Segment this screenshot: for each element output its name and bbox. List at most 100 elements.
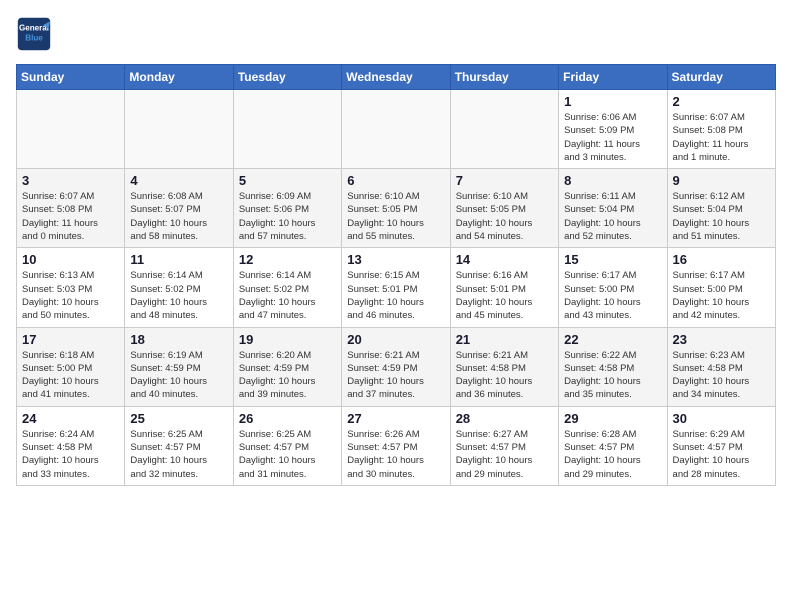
day-number: 7 [456,173,553,188]
day-info: Sunrise: 6:29 AM Sunset: 4:57 PM Dayligh… [673,428,770,481]
day-number: 26 [239,411,336,426]
table-cell: 6 Sunrise: 6:10 AM Sunset: 5:05 PM Daylig… [342,169,450,248]
day-info: Sunrise: 6:06 AM Sunset: 5:09 PM Dayligh… [564,111,661,164]
day-number: 10 [22,252,119,267]
page-header: General Blue [16,16,776,52]
svg-text:Blue: Blue [25,33,43,42]
day-number: 15 [564,252,661,267]
table-cell: 24 Sunrise: 6:24 AM Sunset: 4:58 PM Dayli… [17,406,125,485]
day-info: Sunrise: 6:07 AM Sunset: 5:08 PM Dayligh… [22,190,119,243]
table-cell: 12 Sunrise: 6:14 AM Sunset: 5:02 PM Dayli… [233,248,341,327]
day-info: Sunrise: 6:28 AM Sunset: 4:57 PM Dayligh… [564,428,661,481]
day-info: Sunrise: 6:13 AM Sunset: 5:03 PM Dayligh… [22,269,119,322]
day-number: 30 [673,411,770,426]
table-cell: 21 Sunrise: 6:21 AM Sunset: 4:58 PM Dayli… [450,327,558,406]
day-number: 25 [130,411,227,426]
table-cell [125,90,233,169]
day-info: Sunrise: 6:20 AM Sunset: 4:59 PM Dayligh… [239,349,336,402]
table-cell: 7 Sunrise: 6:10 AM Sunset: 5:05 PM Daylig… [450,169,558,248]
table-cell [342,90,450,169]
day-info: Sunrise: 6:16 AM Sunset: 5:01 PM Dayligh… [456,269,553,322]
day-number: 12 [239,252,336,267]
table-cell: 15 Sunrise: 6:17 AM Sunset: 5:00 PM Dayli… [559,248,667,327]
day-number: 17 [22,332,119,347]
table-cell: 19 Sunrise: 6:20 AM Sunset: 4:59 PM Dayli… [233,327,341,406]
table-cell: 26 Sunrise: 6:25 AM Sunset: 4:57 PM Dayli… [233,406,341,485]
table-cell: 29 Sunrise: 6:28 AM Sunset: 4:57 PM Dayli… [559,406,667,485]
day-number: 11 [130,252,227,267]
table-cell: 11 Sunrise: 6:14 AM Sunset: 5:02 PM Dayli… [125,248,233,327]
day-number: 9 [673,173,770,188]
day-number: 21 [456,332,553,347]
weekday-header-thursday: Thursday [450,65,558,90]
day-info: Sunrise: 6:14 AM Sunset: 5:02 PM Dayligh… [239,269,336,322]
day-info: Sunrise: 6:24 AM Sunset: 4:58 PM Dayligh… [22,428,119,481]
weekday-header-sunday: Sunday [17,65,125,90]
day-number: 6 [347,173,444,188]
table-cell: 2 Sunrise: 6:07 AM Sunset: 5:08 PM Daylig… [667,90,775,169]
table-cell: 18Sunrise: 6:19 AM Sunset: 4:59 PM Dayli… [125,327,233,406]
day-number: 2 [673,94,770,109]
day-number: 27 [347,411,444,426]
day-info: Sunrise: 6:26 AM Sunset: 4:57 PM Dayligh… [347,428,444,481]
day-number: 3 [22,173,119,188]
table-cell: 5Sunrise: 6:09 AM Sunset: 5:06 PM Daylig… [233,169,341,248]
table-cell: 22Sunrise: 6:22 AM Sunset: 4:58 PM Dayli… [559,327,667,406]
table-cell: 13Sunrise: 6:15 AM Sunset: 5:01 PM Dayli… [342,248,450,327]
logo-icon: General Blue [16,16,52,52]
day-info: Sunrise: 6:07 AM Sunset: 5:08 PM Dayligh… [673,111,770,164]
week-row-2: 3 Sunrise: 6:07 AM Sunset: 5:08 PM Daylig… [17,169,776,248]
day-info: Sunrise: 6:10 AM Sunset: 5:05 PM Dayligh… [456,190,553,243]
day-number: 14 [456,252,553,267]
table-cell: 25Sunrise: 6:25 AM Sunset: 4:57 PM Dayli… [125,406,233,485]
weekday-header-monday: Monday [125,65,233,90]
weekday-header-wednesday: Wednesday [342,65,450,90]
table-cell: 4Sunrise: 6:08 AM Sunset: 5:07 PM Daylig… [125,169,233,248]
table-cell: 28 Sunrise: 6:27 AM Sunset: 4:57 PM Dayli… [450,406,558,485]
day-info: Sunrise: 6:17 AM Sunset: 5:00 PM Dayligh… [673,269,770,322]
day-info: Sunrise: 6:27 AM Sunset: 4:57 PM Dayligh… [456,428,553,481]
day-number: 29 [564,411,661,426]
day-info: Sunrise: 6:17 AM Sunset: 5:00 PM Dayligh… [564,269,661,322]
table-cell: 16 Sunrise: 6:17 AM Sunset: 5:00 PM Dayli… [667,248,775,327]
day-number: 20 [347,332,444,347]
day-info: Sunrise: 6:18 AM Sunset: 5:00 PM Dayligh… [22,349,119,402]
day-info: Sunrise: 6:21 AM Sunset: 4:59 PM Dayligh… [347,349,444,402]
table-cell: 9 Sunrise: 6:12 AM Sunset: 5:04 PM Daylig… [667,169,775,248]
table-cell: 30 Sunrise: 6:29 AM Sunset: 4:57 PM Dayli… [667,406,775,485]
day-info: Sunrise: 6:22 AM Sunset: 4:58 PM Dayligh… [564,349,661,402]
day-info: Sunrise: 6:21 AM Sunset: 4:58 PM Dayligh… [456,349,553,402]
day-number: 19 [239,332,336,347]
day-info: Sunrise: 6:10 AM Sunset: 5:05 PM Dayligh… [347,190,444,243]
table-cell: 20 Sunrise: 6:21 AM Sunset: 4:59 PM Dayli… [342,327,450,406]
day-info: Sunrise: 6:14 AM Sunset: 5:02 PM Dayligh… [130,269,227,322]
day-number: 1 [564,94,661,109]
weekday-header-friday: Friday [559,65,667,90]
calendar-table: SundayMondayTuesdayWednesdayThursdayFrid… [16,64,776,486]
table-cell [450,90,558,169]
day-info: Sunrise: 6:25 AM Sunset: 4:57 PM Dayligh… [239,428,336,481]
table-cell [17,90,125,169]
day-number: 5 [239,173,336,188]
table-cell: 17 Sunrise: 6:18 AM Sunset: 5:00 PM Dayli… [17,327,125,406]
table-cell: 14 Sunrise: 6:16 AM Sunset: 5:01 PM Dayli… [450,248,558,327]
table-cell: 27 Sunrise: 6:26 AM Sunset: 4:57 PM Dayli… [342,406,450,485]
day-info: Sunrise: 6:19 AM Sunset: 4:59 PM Dayligh… [130,349,227,402]
week-row-1: 1 Sunrise: 6:06 AM Sunset: 5:09 PM Daylig… [17,90,776,169]
week-row-5: 24 Sunrise: 6:24 AM Sunset: 4:58 PM Dayli… [17,406,776,485]
weekday-header-row: SundayMondayTuesdayWednesdayThursdayFrid… [17,65,776,90]
day-number: 23 [673,332,770,347]
day-info: Sunrise: 6:23 AM Sunset: 4:58 PM Dayligh… [673,349,770,402]
day-number: 16 [673,252,770,267]
week-row-3: 10 Sunrise: 6:13 AM Sunset: 5:03 PM Dayli… [17,248,776,327]
weekday-header-saturday: Saturday [667,65,775,90]
day-number: 24 [22,411,119,426]
day-info: Sunrise: 6:11 AM Sunset: 5:04 PM Dayligh… [564,190,661,243]
day-number: 28 [456,411,553,426]
table-cell [233,90,341,169]
day-info: Sunrise: 6:15 AM Sunset: 5:01 PM Dayligh… [347,269,444,322]
table-cell: 8Sunrise: 6:11 AM Sunset: 5:04 PM Daylig… [559,169,667,248]
table-cell: 1 Sunrise: 6:06 AM Sunset: 5:09 PM Daylig… [559,90,667,169]
day-info: Sunrise: 6:12 AM Sunset: 5:04 PM Dayligh… [673,190,770,243]
table-cell: 23 Sunrise: 6:23 AM Sunset: 4:58 PM Dayli… [667,327,775,406]
